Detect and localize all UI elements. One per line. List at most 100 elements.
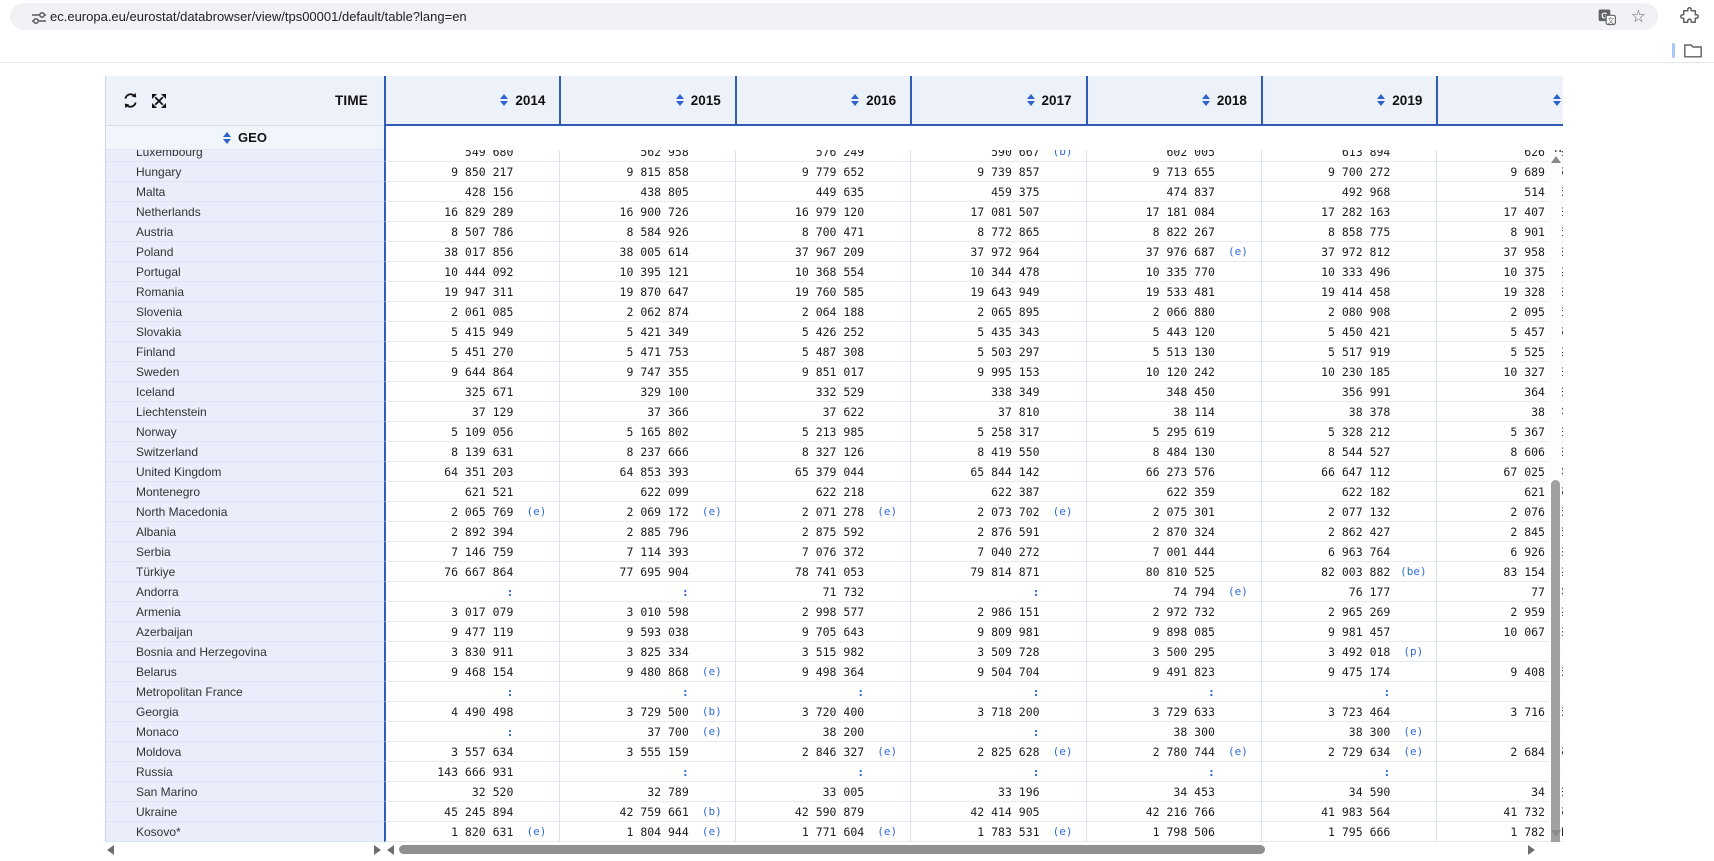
data-cell[interactable]: 37 700 (e) bbox=[559, 722, 735, 742]
data-cell[interactable]: 3 825 334 bbox=[559, 642, 735, 662]
data-cell[interactable]: 2 077 132 bbox=[1260, 502, 1437, 522]
data-cell[interactable]: 37 810 bbox=[910, 402, 1086, 422]
geo-cell[interactable]: Austria bbox=[106, 222, 384, 242]
data-cell[interactable]: 2 862 427 bbox=[1260, 522, 1437, 542]
data-cell[interactable]: 66 647 112 bbox=[1260, 462, 1437, 482]
data-cell[interactable]: 38 300 (e) bbox=[1260, 722, 1437, 742]
data-cell[interactable]: 2 065 895 bbox=[910, 302, 1086, 322]
swap-axes-icon[interactable] bbox=[122, 92, 139, 109]
data-cell[interactable]: 17 181 084 bbox=[1085, 202, 1261, 222]
data-cell[interactable]: 5 213 985 bbox=[734, 422, 911, 442]
data-cell[interactable]: : bbox=[734, 762, 911, 782]
data-cell[interactable]: 5 471 753 bbox=[559, 342, 735, 362]
geo-cell[interactable]: Sweden bbox=[106, 362, 384, 382]
data-cell[interactable]: 82 003 882 (be) bbox=[1260, 562, 1437, 582]
data-cell[interactable]: 428 156 bbox=[384, 182, 560, 202]
data-cell[interactable]: 10 368 554 bbox=[734, 262, 911, 282]
data-cell[interactable]: 37 129 bbox=[384, 402, 560, 422]
data-cell[interactable]: 562 958 bbox=[559, 150, 735, 162]
data-cell[interactable]: : bbox=[559, 762, 735, 782]
data-cell[interactable]: 9 408 35 bbox=[1436, 662, 1563, 682]
data-cell[interactable]: 8 822 267 bbox=[1085, 222, 1261, 242]
data-cell[interactable]: 38 114 bbox=[1085, 402, 1261, 422]
data-cell[interactable]: 622 182 bbox=[1260, 482, 1437, 502]
data-cell[interactable]: 2 876 591 bbox=[910, 522, 1086, 542]
data-cell[interactable]: 2 069 172 (e) bbox=[559, 502, 735, 522]
data-cell[interactable]: 5 435 343 bbox=[910, 322, 1086, 342]
data-cell[interactable]: : bbox=[910, 722, 1086, 742]
geo-cell[interactable]: Andorra bbox=[106, 582, 384, 602]
data-cell[interactable]: 38 017 856 bbox=[384, 242, 560, 262]
data-cell[interactable]: 2 095 86 bbox=[1436, 302, 1563, 322]
data-cell[interactable]: 9 593 038 bbox=[559, 622, 735, 642]
data-cell[interactable]: 8 139 631 bbox=[384, 442, 560, 462]
data-cell[interactable]: 9 705 643 bbox=[734, 622, 911, 642]
translate-icon[interactable]: G 文 bbox=[1597, 7, 1617, 27]
data-cell[interactable]: 9 981 457 bbox=[1260, 622, 1437, 642]
data-cell[interactable]: 3 720 400 bbox=[734, 702, 911, 722]
data-cell[interactable]: 9 851 017 bbox=[734, 362, 911, 382]
year-header-2016[interactable]: 2016 bbox=[734, 76, 911, 126]
data-cell[interactable]: 5 457 87 bbox=[1436, 322, 1563, 342]
data-cell[interactable]: 38 378 bbox=[1260, 402, 1437, 422]
data-cell[interactable]: 2 076 25 bbox=[1436, 502, 1563, 522]
data-cell[interactable]: 37 622 bbox=[734, 402, 911, 422]
data-cell[interactable]: 2 959 69 bbox=[1436, 602, 1563, 622]
data-cell[interactable]: 9 477 119 bbox=[384, 622, 560, 642]
data-cell[interactable]: 42 414 905 bbox=[910, 802, 1086, 822]
bookmark-star-icon[interactable]: ☆ bbox=[1631, 7, 1646, 27]
data-cell[interactable]: 1 798 506 bbox=[1085, 822, 1261, 842]
data-cell[interactable]: 514 85 bbox=[1436, 182, 1563, 202]
sort-icon[interactable] bbox=[223, 131, 232, 144]
data-cell[interactable]: 5 165 802 bbox=[559, 422, 735, 442]
data-cell[interactable]: 8 606 03 bbox=[1436, 442, 1563, 462]
scroll-left-arrow[interactable] bbox=[107, 845, 114, 855]
year-header-2019[interactable]: 2019 bbox=[1260, 76, 1437, 126]
data-cell[interactable]: 438 805 bbox=[559, 182, 735, 202]
year-header-2017[interactable]: 2017 bbox=[910, 76, 1086, 126]
data-cell[interactable]: 2 986 151 bbox=[910, 602, 1086, 622]
data-cell[interactable]: 2 780 744 (e) bbox=[1085, 742, 1261, 762]
url-bar[interactable]: ec.europa.eu/eurostat/databrowser/view/t… bbox=[10, 3, 1658, 30]
data-cell[interactable]: 8 544 527 bbox=[1260, 442, 1437, 462]
sort-icon[interactable] bbox=[500, 94, 509, 106]
data-cell[interactable]: 1 783 531 (e) bbox=[910, 822, 1086, 842]
data-cell[interactable]: 9 815 858 bbox=[559, 162, 735, 182]
data-cell[interactable]: 449 635 bbox=[734, 182, 911, 202]
data-cell[interactable]: 10 067 10 bbox=[1436, 622, 1563, 642]
data-cell[interactable]: 66 273 576 bbox=[1085, 462, 1261, 482]
data-cell[interactable]: 9 689 37 bbox=[1436, 162, 1563, 182]
geo-cell[interactable]: Georgia bbox=[106, 702, 384, 722]
data-cell[interactable]: 5 487 308 bbox=[734, 342, 911, 362]
data-cell[interactable]: 348 450 bbox=[1085, 382, 1261, 402]
data-cell[interactable]: 7 146 759 bbox=[384, 542, 560, 562]
data-hscrollbar[interactable] bbox=[385, 843, 1563, 857]
data-cell[interactable]: 9 644 864 bbox=[384, 362, 560, 382]
data-cell[interactable]: 2 071 278 (e) bbox=[734, 502, 911, 522]
data-cell[interactable]: 8 507 786 bbox=[384, 222, 560, 242]
data-cell[interactable]: 9 995 153 bbox=[910, 362, 1086, 382]
data-cell[interactable]: 622 359 bbox=[1085, 482, 1261, 502]
sort-icon[interactable] bbox=[851, 94, 860, 106]
data-cell[interactable]: 6 963 764 bbox=[1260, 542, 1437, 562]
data-cell[interactable]: 7 001 444 bbox=[1085, 542, 1261, 562]
data-cell[interactable]: 4 490 498 bbox=[384, 702, 560, 722]
data-cell[interactable]: 16 979 120 bbox=[734, 202, 911, 222]
geo-cell[interactable]: Romania bbox=[106, 282, 384, 302]
vertical-scroll-thumb[interactable] bbox=[1551, 480, 1560, 842]
geo-header-cell[interactable]: GEO bbox=[106, 126, 384, 150]
data-cell[interactable]: 621 521 bbox=[384, 482, 560, 502]
data-cell[interactable]: 19 643 949 bbox=[910, 282, 1086, 302]
data-cell[interactable]: 2 080 908 bbox=[1260, 302, 1437, 322]
data-cell[interactable]: 143 666 931 bbox=[384, 762, 560, 782]
data-cell[interactable]: 8 858 775 bbox=[1260, 222, 1437, 242]
data-cell[interactable] bbox=[1436, 682, 1563, 702]
data-cell[interactable]: 19 328 83 bbox=[1436, 282, 1563, 302]
data-cell[interactable]: 1 804 944 (e) bbox=[559, 822, 735, 842]
data-cell[interactable]: 33 196 bbox=[910, 782, 1086, 802]
data-cell[interactable]: 2 972 732 bbox=[1085, 602, 1261, 622]
data-cell[interactable] bbox=[1436, 642, 1563, 662]
data-cell[interactable]: 2 064 188 bbox=[734, 302, 911, 322]
extensions-icon[interactable] bbox=[1679, 6, 1700, 27]
geo-cell[interactable]: Netherlands bbox=[106, 202, 384, 222]
